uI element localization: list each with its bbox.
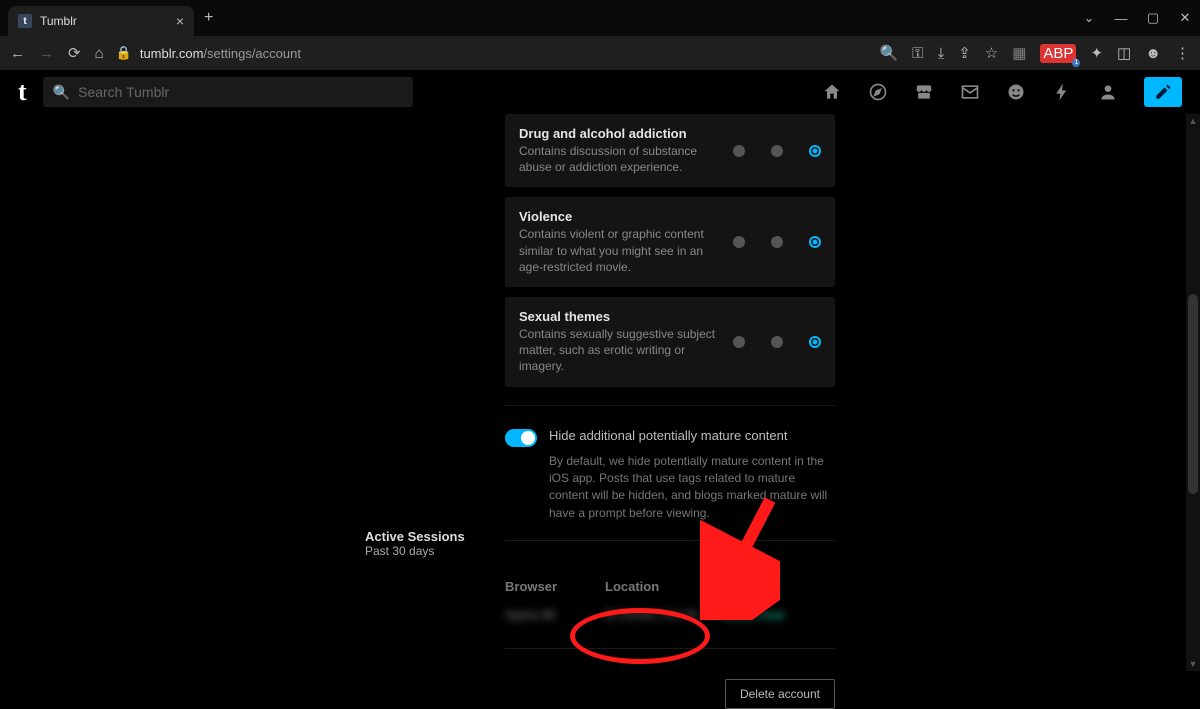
divider	[505, 648, 835, 649]
storefront-icon[interactable]	[914, 82, 934, 102]
scroll-up-icon[interactable]: ▲	[1188, 116, 1198, 126]
filter-desc: Contains violent or graphic content simi…	[519, 226, 723, 275]
col-browser: Browser	[505, 579, 605, 594]
divider	[505, 405, 835, 406]
search-icon[interactable]: 🔍	[879, 44, 898, 62]
tab-title: Tumblr	[40, 14, 168, 28]
search-icon: 🔍	[53, 84, 70, 101]
filter-desc: Contains sexually suggestive subject mat…	[519, 326, 723, 375]
menu-icon[interactable]: ⋮	[1175, 44, 1190, 62]
search-placeholder: Search Tumblr	[78, 84, 169, 100]
hide-mature-toggle[interactable]	[505, 429, 537, 447]
browser-toolbar: ← → ⟳ ⌂ 🔒 tumblr.com/settings/account 🔍 …	[0, 36, 1200, 70]
compose-button[interactable]	[1144, 77, 1182, 107]
lock-icon: 🔒	[116, 45, 132, 61]
filter-title: Drug and alcohol addiction	[519, 126, 723, 141]
filter-desc: Contains discussion of substance abuse o…	[519, 143, 723, 175]
filter-radio-hide[interactable]	[809, 336, 821, 348]
hide-mature-label: Hide additional potentially mature conte…	[549, 428, 787, 443]
extension-icon[interactable]: ▦	[1012, 44, 1026, 62]
session-row: Opera 98 El Cerrito, CA US Active now	[505, 600, 835, 630]
bookmark-icon[interactable]: ☆	[985, 44, 998, 62]
scrollbar-thumb[interactable]	[1188, 294, 1198, 494]
reload-icon[interactable]: ⟳	[68, 44, 81, 62]
filter-drug-alcohol: Drug and alcohol addiction Contains disc…	[505, 114, 835, 187]
filter-radio-hide[interactable]	[809, 236, 821, 248]
filter-violence: Violence Contains violent or graphic con…	[505, 197, 835, 287]
scroll-down-icon[interactable]: ▼	[1188, 659, 1198, 669]
close-tab-icon[interactable]: ×	[176, 14, 184, 28]
active-sessions-heading: Active Sessions	[365, 529, 505, 544]
key-icon[interactable]: ⚿	[912, 45, 923, 62]
browser-tab[interactable]: t Tumblr ×	[8, 6, 194, 36]
address-bar[interactable]: 🔒 tumblr.com/settings/account	[116, 45, 868, 61]
smiley-icon[interactable]	[1006, 82, 1026, 102]
hide-mature-desc: By default, we hide potentially mature c…	[549, 453, 829, 523]
close-window-icon[interactable]: ✕	[1178, 10, 1192, 26]
filter-radio-blur[interactable]	[771, 145, 783, 157]
adblock-extension-icon[interactable]: ABP	[1040, 44, 1076, 63]
filter-radio-show[interactable]	[733, 236, 745, 248]
sidepanel-icon[interactable]: ◫	[1117, 44, 1131, 62]
share-icon[interactable]: ⇪	[958, 44, 971, 62]
bolt-icon[interactable]	[1052, 82, 1072, 102]
filter-radio-blur[interactable]	[771, 336, 783, 348]
minimize-icon[interactable]: ―	[1114, 11, 1128, 26]
home-icon[interactable]	[822, 82, 842, 102]
mail-icon[interactable]	[960, 82, 980, 102]
filter-radio-show[interactable]	[733, 145, 745, 157]
chevron-down-icon[interactable]: ⌄	[1082, 10, 1096, 26]
tumblr-favicon: t	[18, 14, 32, 28]
back-icon[interactable]: ←	[10, 45, 25, 62]
tumblr-logo[interactable]: t	[18, 77, 27, 107]
filter-radio-hide[interactable]	[809, 145, 821, 157]
col-location: Location	[605, 579, 721, 594]
filter-sexual-themes: Sexual themes Contains sexually suggesti…	[505, 297, 835, 387]
tumblr-header: t 🔍 Search Tumblr	[0, 70, 1200, 114]
active-sessions-table: Browser Location Last seen Opera 98 El C…	[505, 573, 835, 630]
filter-title: Violence	[519, 209, 723, 224]
maximize-icon[interactable]: ▢	[1146, 10, 1160, 26]
window-controls: ⌄ ― ▢ ✕	[1082, 0, 1192, 36]
filter-title: Sexual themes	[519, 309, 723, 324]
new-tab-button[interactable]: +	[204, 9, 213, 27]
filter-radio-blur[interactable]	[771, 236, 783, 248]
forward-icon[interactable]: →	[39, 45, 54, 62]
home-icon[interactable]: ⌂	[95, 45, 104, 62]
browser-titlebar: t Tumblr × + ⌄ ― ▢ ✕	[0, 0, 1200, 36]
filter-radio-show[interactable]	[733, 336, 745, 348]
divider	[505, 540, 835, 541]
scrollbar[interactable]: ▲ ▼	[1186, 114, 1200, 671]
profile-icon[interactable]: ☻	[1145, 45, 1161, 62]
person-icon[interactable]	[1098, 82, 1118, 102]
active-sessions-subheading: Past 30 days	[365, 544, 505, 558]
settings-page: Active Sessions Past 30 days Drug and al…	[0, 114, 1200, 671]
extensions-icon[interactable]: ✦	[1090, 44, 1103, 62]
section-labels: Active Sessions Past 30 days	[365, 114, 505, 671]
compass-icon[interactable]	[868, 82, 888, 102]
search-input[interactable]: 🔍 Search Tumblr	[43, 77, 413, 107]
delete-account-button[interactable]: Delete account	[725, 679, 835, 709]
install-icon[interactable]: ⤓	[938, 45, 945, 62]
col-lastseen: Last seen	[721, 579, 835, 594]
